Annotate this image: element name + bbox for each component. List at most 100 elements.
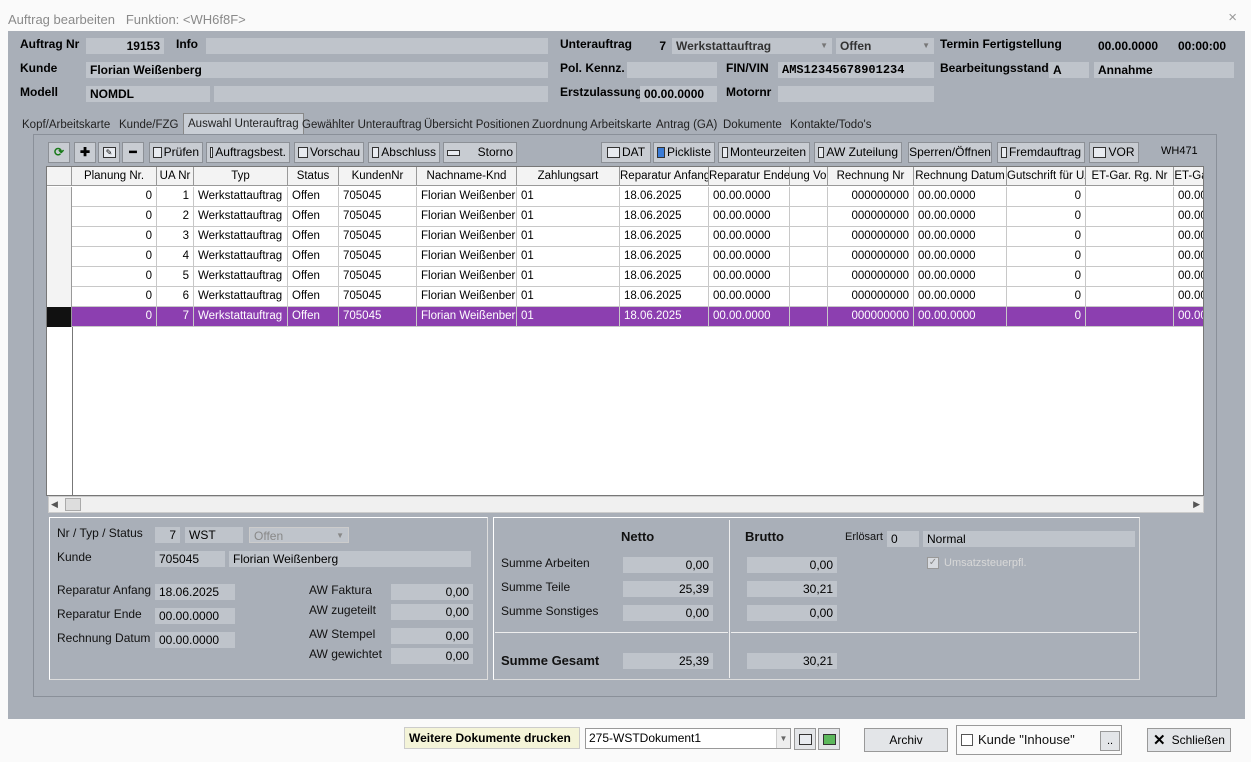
window-title: Auftrag bearbeiten Funktion: <WH6f8F>: [8, 12, 246, 27]
column-header[interactable]: KundenNr: [339, 167, 417, 186]
kunde-field[interactable]: Florian Weißenberg: [86, 62, 548, 78]
vor-button[interactable]: VOR: [1089, 142, 1139, 163]
unterauftrag-table[interactable]: Planung Nr. UA Nr Typ Status KundenNr Nachnam…: [46, 166, 1204, 496]
table-cell: 00.00.0000: [709, 187, 790, 207]
column-header[interactable]: Rechnung Nr: [828, 167, 914, 186]
tab-kopf[interactable]: Kopf/Arbeitskarte: [18, 115, 114, 135]
table-cell: 00.00: [1174, 247, 1203, 267]
schliessen-button[interactable]: ✕ Schließen: [1147, 728, 1231, 752]
tab-gewaehlter-unterauftrag[interactable]: Gewählter Unterauftrag: [298, 115, 426, 135]
row-selector[interactable]: [47, 287, 72, 307]
row-selector[interactable]: [47, 267, 72, 287]
column-header[interactable]: Reparatur Ende: [709, 167, 790, 186]
tab-uebersicht-positionen[interactable]: Übersicht Positionen: [420, 115, 533, 135]
sperren-oeffnen-button[interactable]: Sperren/Öffnen: [908, 142, 992, 163]
auftragsbest-button[interactable]: Auftragsbest.: [206, 142, 290, 163]
inhouse-more-button[interactable]: ..: [1100, 731, 1120, 751]
column-header[interactable]: Rechnung Datum: [914, 167, 1007, 186]
erstzul-label: Erstzulassung: [560, 85, 643, 99]
table-cell: Offen: [288, 227, 339, 247]
dokument-select[interactable]: 275-WSTDokument1 ▼: [585, 728, 791, 749]
inhouse-checkbox[interactable]: [961, 734, 973, 746]
refresh-button[interactable]: ⟳: [48, 142, 70, 163]
tab-antrag-ga[interactable]: Antrag (GA): [652, 115, 721, 135]
column-header[interactable]: Typ: [194, 167, 288, 186]
auftrag-nr-field[interactable]: 19153: [86, 38, 164, 54]
column-header[interactable]: Reparatur Anfang: [620, 167, 709, 186]
unterauftrag-typ-select[interactable]: Werkstattauftrag ▼: [672, 38, 832, 54]
aw-zuteilung-button[interactable]: AW Zuteilung: [814, 142, 902, 163]
tab-auswahl-unterauftrag[interactable]: Auswahl Unterauftrag: [183, 113, 304, 135]
modell-field[interactable]: NOMDL: [86, 86, 210, 102]
table-row[interactable]: 0 5 Werkstattauftrag Offen 705045 Florian Wei…: [47, 267, 1203, 287]
info-field[interactable]: [206, 38, 548, 54]
scroll-thumb[interactable]: [65, 498, 81, 511]
column-header[interactable]: ET-Gar. Rg. Nr: [1086, 167, 1174, 186]
table-cell: 0: [72, 247, 157, 267]
horizontal-scrollbar[interactable]: ◀ ▶: [48, 496, 1204, 513]
storno-button[interactable]: Storno: [443, 142, 517, 163]
column-header[interactable]: UA Nr: [157, 167, 194, 186]
table-row[interactable]: 0 2 Werkstattauftrag Offen 705045 Florian Wei…: [47, 207, 1203, 227]
termin-date[interactable]: 00.00.0000: [1094, 38, 1170, 54]
row-selector[interactable]: [47, 227, 72, 247]
table-cell: 00.00: [1174, 307, 1203, 327]
erstzul-field[interactable]: 00.00.0000: [640, 86, 717, 102]
column-header[interactable]: Planung Nr.: [72, 167, 157, 186]
column-header[interactable]: Nachname-Knd: [417, 167, 517, 186]
row-selector[interactable]: [47, 307, 72, 327]
table-cell: 705045: [339, 287, 417, 307]
table-cell: 0: [1007, 267, 1086, 287]
column-header[interactable]: ET-Ga: [1174, 167, 1203, 186]
table-cell: 00.00.0000: [914, 307, 1007, 327]
tab-kunde-fzg[interactable]: Kunde/FZG: [115, 115, 182, 135]
column-header[interactable]: ung Vo: [790, 167, 828, 186]
summe-gesamt-label: Summe Gesamt: [501, 653, 600, 668]
remove-button[interactable]: ━: [122, 142, 144, 163]
tab-zuordnung-arbeitskarte[interactable]: Zuordnung Arbeitskarte: [528, 115, 656, 135]
row-header-border: [72, 327, 73, 495]
termin-label: Termin Fertigstellung: [940, 37, 1062, 51]
dat-button[interactable]: DAT: [601, 142, 651, 163]
motornr-field[interactable]: [778, 86, 934, 102]
monteurzeiten-button[interactable]: Monteurzeiten: [718, 142, 810, 163]
umsatzsteuer-checkbox[interactable]: ✓: [927, 557, 939, 569]
erloesart-code[interactable]: 0: [887, 531, 919, 547]
detail-status-select[interactable]: Offen ▼: [249, 527, 349, 543]
column-header[interactable]: Zahlungsart: [517, 167, 620, 186]
column-header[interactable]: Gutschrift für UA: [1007, 167, 1086, 186]
pruefen-button[interactable]: Prüfen: [149, 142, 203, 163]
print-dokument-button[interactable]: [794, 728, 816, 750]
row-selector[interactable]: [47, 247, 72, 267]
fin-field[interactable]: AMS12345678901234: [778, 62, 934, 78]
archiv-button[interactable]: Archiv: [864, 728, 948, 752]
table-row[interactable]: 0 4 Werkstattauftrag Offen 705045 Florian Wei…: [47, 247, 1203, 267]
abschluss-button[interactable]: Abschluss: [368, 142, 440, 163]
table-row[interactable]: 0 3 Werkstattauftrag Offen 705045 Florian Wei…: [47, 227, 1203, 247]
row-selector[interactable]: [47, 207, 72, 227]
table-cell: 00.00.0000: [709, 247, 790, 267]
vorschau-button[interactable]: Vorschau: [294, 142, 364, 163]
row-selector[interactable]: [47, 187, 72, 207]
close-icon[interactable]: ×: [1228, 9, 1237, 26]
table-cell: 18.06.2025: [620, 187, 709, 207]
green-printer-icon: [822, 733, 836, 745]
aw-gewichtet-field: 0,00: [391, 648, 473, 664]
scroll-right-icon[interactable]: ▶: [1193, 499, 1200, 510]
table-row[interactable]: 0 1 Werkstattauftrag Offen 705045 Florian Wei…: [47, 187, 1203, 207]
bearb-code[interactable]: A: [1049, 62, 1089, 78]
pickliste-button[interactable]: Pickliste: [653, 142, 715, 163]
table-row[interactable]: 0 7 Werkstattauftrag Offen 705045 Florian Wei…: [47, 307, 1203, 327]
termin-time[interactable]: 00:00:00: [1174, 38, 1234, 54]
scroll-left-icon[interactable]: ◀: [51, 499, 58, 510]
fremdauftrag-button[interactable]: Fremdauftrag: [997, 142, 1085, 163]
tab-kontakte-todos[interactable]: Kontakte/Todo's: [786, 115, 875, 135]
edit-button[interactable]: ✎: [98, 142, 120, 163]
tab-dokumente[interactable]: Dokumente: [719, 115, 786, 135]
pol-field[interactable]: [627, 62, 717, 78]
unterauftrag-status-select[interactable]: Offen ▼: [836, 38, 934, 54]
table-row[interactable]: 0 6 Werkstattauftrag Offen 705045 Florian Wei…: [47, 287, 1203, 307]
column-header[interactable]: Status: [288, 167, 339, 186]
print-preview-button[interactable]: [818, 728, 840, 750]
add-button[interactable]: ✚: [74, 142, 96, 163]
